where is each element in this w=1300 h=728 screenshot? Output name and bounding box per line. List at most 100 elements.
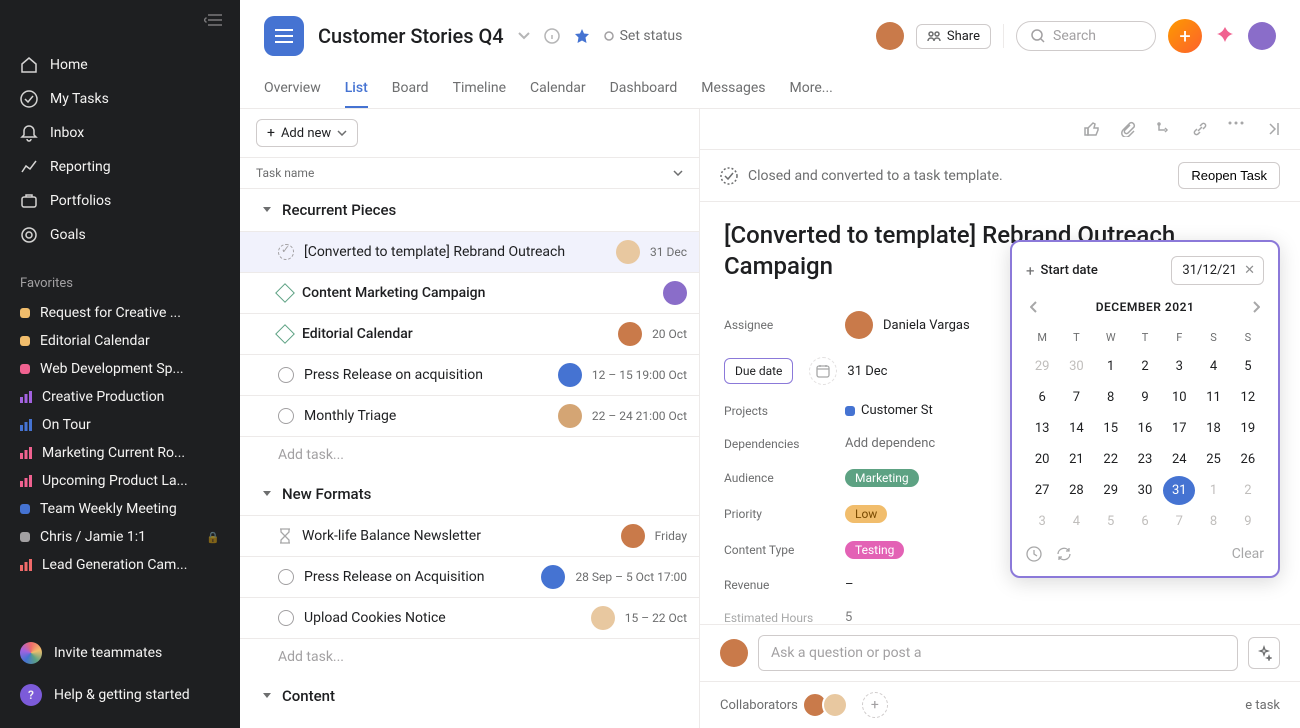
- section-header[interactable]: Content: [240, 675, 699, 717]
- sidebar-nav-reporting[interactable]: Reporting: [0, 150, 240, 184]
- calendar-day[interactable]: 2: [1129, 352, 1161, 381]
- favorite-item[interactable]: Upcoming Product La...: [0, 467, 240, 495]
- subtask-icon[interactable]: [1156, 121, 1172, 137]
- sidebar-nav-inbox[interactable]: Inbox: [0, 116, 240, 150]
- task-row[interactable]: [Converted to template] Rebrand Outreach…: [240, 231, 699, 272]
- task-row[interactable]: Content Marketing Campaign: [240, 272, 699, 313]
- add-task-button[interactable]: Add task...: [240, 436, 699, 473]
- upgrade-icon[interactable]: [1214, 25, 1236, 47]
- assignee-avatar[interactable]: [616, 240, 640, 264]
- prev-month-icon[interactable]: [1026, 297, 1042, 317]
- task-row[interactable]: Editorial Calendar20 Oct: [240, 313, 699, 354]
- assignee-avatar[interactable]: [618, 322, 642, 346]
- date-input[interactable]: 31/12/21 ✕: [1171, 256, 1264, 285]
- calendar-day[interactable]: 6: [1026, 383, 1058, 412]
- calendar-day[interactable]: 6: [1129, 507, 1161, 536]
- attachment-icon[interactable]: [1120, 121, 1136, 137]
- calendar-day[interactable]: 29: [1026, 352, 1058, 381]
- tab-overview[interactable]: Overview: [264, 70, 321, 108]
- complete-check-icon[interactable]: [278, 408, 294, 424]
- priority-tag[interactable]: Low: [845, 505, 887, 523]
- add-dependencies-button[interactable]: Add dependenc: [845, 436, 935, 451]
- calendar-day[interactable]: 26: [1232, 445, 1264, 474]
- complete-check-icon[interactable]: [278, 610, 294, 626]
- calendar-day[interactable]: 11: [1197, 383, 1229, 412]
- project-chip[interactable]: Customer St: [845, 403, 933, 418]
- ai-sparkle-button[interactable]: [1248, 637, 1280, 669]
- hourglass-icon[interactable]: [278, 528, 292, 544]
- clear-button[interactable]: Clear: [1232, 546, 1264, 562]
- share-button[interactable]: Share: [916, 24, 991, 49]
- calendar-day[interactable]: 20: [1026, 445, 1058, 474]
- like-icon[interactable]: [1084, 121, 1100, 137]
- calendar-day[interactable]: 25: [1197, 445, 1229, 474]
- info-icon[interactable]: [544, 28, 560, 44]
- calendar-day[interactable]: 21: [1060, 445, 1092, 474]
- favorite-item[interactable]: Creative Production: [0, 383, 240, 411]
- favorite-item[interactable]: Team Weekly Meeting: [0, 495, 240, 523]
- search-input[interactable]: Search: [1016, 21, 1156, 51]
- complete-check-icon[interactable]: [278, 367, 294, 383]
- assignee-avatar[interactable]: [558, 404, 582, 428]
- time-icon[interactable]: [1026, 546, 1042, 562]
- calendar-day[interactable]: 7: [1163, 507, 1195, 536]
- more-icon[interactable]: [1228, 121, 1244, 137]
- assignee-avatar[interactable]: [541, 565, 565, 589]
- add-new-button[interactable]: + Add new: [256, 119, 358, 147]
- calendar-day[interactable]: 17: [1163, 414, 1195, 443]
- sidebar-nav-home[interactable]: Home: [0, 48, 240, 82]
- close-detail-icon[interactable]: [1264, 121, 1280, 137]
- milestone-icon[interactable]: [275, 324, 295, 344]
- calendar-day[interactable]: 8: [1095, 383, 1127, 412]
- project-menu-chevron-icon[interactable]: [518, 32, 530, 40]
- tab-dashboard[interactable]: Dashboard: [610, 70, 678, 108]
- audience-tag[interactable]: Marketing: [845, 469, 919, 487]
- calendar-day[interactable]: 10: [1163, 383, 1195, 412]
- calendar-day[interactable]: 2: [1232, 476, 1264, 505]
- add-task-button[interactable]: Add task...: [240, 638, 699, 675]
- calendar-day[interactable]: 12: [1232, 383, 1264, 412]
- sidebar-nav-portfolios[interactable]: Portfolios: [0, 184, 240, 218]
- favorite-item[interactable]: Editorial Calendar: [0, 327, 240, 355]
- comment-input[interactable]: Ask a question or post a: [758, 635, 1238, 671]
- calendar-day[interactable]: 28: [1060, 476, 1092, 505]
- calendar-day[interactable]: 8: [1197, 507, 1229, 536]
- assignee-avatar[interactable]: [621, 524, 645, 548]
- favorite-item[interactable]: Lead Generation Cam...: [0, 551, 240, 579]
- section-header[interactable]: New Formats: [240, 473, 699, 515]
- calendar-day[interactable]: 18: [1197, 414, 1229, 443]
- collab-avatar[interactable]: [822, 692, 848, 718]
- sidebar-collapse-icon[interactable]: [204, 12, 224, 28]
- tab-calendar[interactable]: Calendar: [530, 70, 586, 108]
- calendar-day[interactable]: 7: [1060, 383, 1092, 412]
- clear-date-icon[interactable]: ✕: [1244, 263, 1255, 278]
- sidebar-nav-goals[interactable]: Goals: [0, 218, 240, 252]
- omnibutton[interactable]: +: [1168, 19, 1202, 53]
- favorite-item[interactable]: Chris / Jamie 1:1🔒: [0, 523, 240, 551]
- tab-list[interactable]: List: [345, 70, 368, 108]
- favorite-item[interactable]: Request for Creative ...: [0, 299, 240, 327]
- calendar-day[interactable]: 9: [1129, 383, 1161, 412]
- task-row[interactable]: Monthly Triage22 – 24 21:00 Oct: [240, 395, 699, 436]
- reopen-task-button[interactable]: Reopen Task: [1178, 162, 1280, 189]
- start-date-button[interactable]: + Start date: [1026, 262, 1098, 280]
- calendar-day[interactable]: 22: [1095, 445, 1127, 474]
- favorite-item[interactable]: Web Development Sp...: [0, 355, 240, 383]
- revenue-value[interactable]: –: [845, 577, 854, 592]
- add-collaborator-button[interactable]: +: [862, 692, 888, 718]
- calendar-day[interactable]: 5: [1232, 352, 1264, 381]
- estimated-hours-value[interactable]: 5: [845, 610, 852, 624]
- due-date-label[interactable]: Due date: [724, 358, 793, 384]
- user-avatar[interactable]: [1248, 22, 1276, 50]
- calendar-day[interactable]: 31: [1163, 476, 1195, 505]
- next-month-icon[interactable]: [1248, 297, 1264, 317]
- repeat-icon[interactable]: [1056, 546, 1072, 562]
- calendar-day[interactable]: 30: [1060, 352, 1092, 381]
- star-icon[interactable]: [574, 28, 590, 44]
- task-row[interactable]: Press Release on Acquisition28 Sep – 5 O…: [240, 556, 699, 597]
- template-check-icon[interactable]: [278, 244, 294, 260]
- calendar-day[interactable]: 13: [1026, 414, 1058, 443]
- section-header[interactable]: Recurrent Pieces: [240, 189, 699, 231]
- calendar-day[interactable]: 4: [1060, 507, 1092, 536]
- calendar-day[interactable]: 19: [1232, 414, 1264, 443]
